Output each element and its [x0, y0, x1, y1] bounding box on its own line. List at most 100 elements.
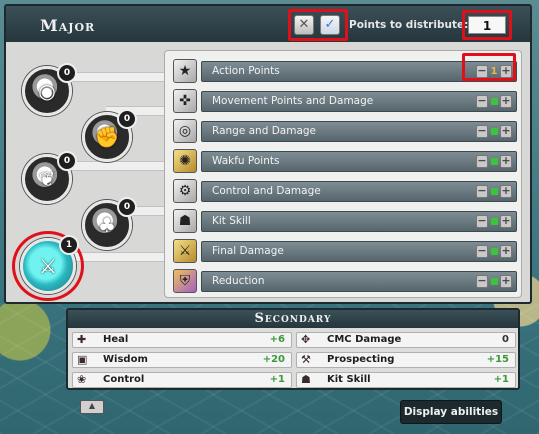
stat-value: +1 [269, 374, 285, 385]
book-icon: ▣ [77, 353, 88, 366]
stat-label: Reduction [212, 275, 265, 287]
cmc-icon: ✥ [301, 333, 311, 346]
stat-name: Wisdom [103, 354, 148, 365]
tree-line [66, 72, 166, 82]
stat-bar: Wakfu Points − 0 + [201, 151, 517, 172]
target-icon: ◎ [173, 119, 197, 143]
points-to-distribute-label: Points to distribute: [349, 19, 469, 31]
increase-button[interactable]: + [500, 245, 512, 258]
stat-bar: Movement Points and Damage − 0 + [201, 91, 517, 112]
stat-row-reduction: ⛨ Reduction − 0 + [173, 268, 517, 294]
decrease-button[interactable]: − [476, 95, 488, 108]
stat-name: Kit Skill [327, 374, 371, 385]
node-badge: 1 [59, 235, 79, 255]
decrease-button[interactable]: − [476, 245, 488, 258]
stat-value: 0 [490, 98, 498, 105]
highlight-action-points-stepper [462, 53, 516, 81]
stat-row-movement: ✜ Movement Points and Damage − 0 + [173, 88, 517, 114]
secondary-stat-cmc-damage: ✥ CMC Damage 0 [296, 332, 516, 348]
stat-stepper: − 0 + [476, 155, 512, 169]
decrease-button[interactable]: − [476, 185, 488, 198]
tree-line [66, 161, 166, 171]
stat-bar: Reduction − 0 + [201, 271, 517, 292]
stat-label: Control and Damage [212, 185, 321, 197]
stat-row-range: ◎ Range and Damage − 0 + [173, 118, 517, 144]
secondary-stat-wisdom: ▣ Wisdom +20 [72, 352, 292, 368]
increase-button[interactable]: + [500, 155, 512, 168]
stat-name: Prospecting [327, 354, 395, 365]
stat-stepper: − 0 + [476, 275, 512, 289]
stat-name: Heal [103, 334, 129, 345]
stat-stepper: − 0 + [476, 245, 512, 259]
tree-node-mask[interactable]: ◉ 0 [22, 63, 77, 116]
tree-node-fist[interactable]: ✊ 0 [82, 109, 137, 162]
star-icon: ★ [173, 59, 197, 83]
stat-row-final-damage: ⚔ Final Damage − 0 + [173, 238, 517, 264]
major-window: Major ✕ ✓ Points to distribute: 1 ◉ 0 ✊ … [4, 4, 532, 304]
heal-icon: ✚ [77, 333, 87, 346]
stat-stepper: − 0 + [476, 215, 512, 229]
tree-node-clover[interactable]: ♣ 0 [82, 197, 137, 250]
wing-icon: ❦ [38, 167, 56, 191]
kit-icon: ☗ [301, 373, 311, 386]
stat-row-kit-skill: ☗ Kit Skill − 0 + [173, 208, 517, 234]
cancel-button[interactable]: ✕ [294, 15, 314, 35]
stat-value: +6 [269, 334, 285, 345]
swords-icon: ⚔ [173, 239, 197, 263]
clover-icon: ♣ [98, 213, 116, 237]
display-abilities-button[interactable]: Display abilities [400, 400, 502, 424]
stat-value: 0 [490, 188, 498, 195]
confirm-button[interactable]: ✓ [320, 15, 340, 35]
shield-icon: ⛨ [173, 269, 197, 293]
secondary-panel: Secondary ✚ Heal +6 ✥ CMC Damage 0 ▣ Wis… [66, 308, 520, 390]
stat-row-wakfu: ✺ Wakfu Points − 0 + [173, 148, 517, 174]
stat-value: 0 [490, 248, 498, 255]
tree-node-wing[interactable]: ❦ 0 [22, 151, 77, 204]
stat-name: Control [103, 374, 145, 385]
increase-button[interactable]: + [500, 95, 512, 108]
stat-value: +15 [486, 354, 509, 365]
fist-icon: ✊ [94, 125, 120, 149]
stat-stepper: − 0 + [476, 125, 512, 139]
stat-stepper: − 0 + [476, 185, 512, 199]
increase-button[interactable]: + [500, 275, 512, 288]
points-to-distribute-value: 1 [468, 16, 506, 34]
stat-name: CMC Damage [327, 334, 402, 345]
decrease-button[interactable]: − [476, 155, 488, 168]
stat-value: 0 [490, 158, 498, 165]
paw-icon: ❀ [77, 373, 87, 386]
major-stats-panel: ★ Action Points − 1 + ✜ Movement Points … [164, 50, 522, 298]
increase-button[interactable]: + [500, 125, 512, 138]
window-title: Major [40, 16, 96, 35]
secondary-stat-control: ❀ Control +1 [72, 372, 292, 388]
secondary-stat-heal: ✚ Heal +6 [72, 332, 292, 348]
stat-label: Final Damage [212, 245, 284, 257]
wakfu-icon: ✺ [173, 149, 197, 173]
node-badge: 0 [57, 63, 77, 83]
node-badge: 0 [57, 151, 77, 171]
node-badge: 0 [117, 197, 137, 217]
decrease-button[interactable]: − [476, 215, 488, 228]
stat-bar: Final Damage − 0 + [201, 241, 517, 262]
stat-value: 0 [502, 334, 509, 345]
stat-value: 0 [490, 218, 498, 225]
stat-value: 0 [490, 278, 498, 285]
prospecting-icon: ⚒ [301, 353, 311, 366]
stat-bar: Range and Damage − 0 + [201, 121, 517, 142]
collapse-tab[interactable]: ▲ [80, 400, 104, 414]
stat-label: Kit Skill [212, 215, 251, 227]
stat-value: +1 [493, 374, 509, 385]
stat-label: Range and Damage [212, 125, 317, 137]
decrease-button[interactable]: − [476, 275, 488, 288]
mask-icon: ◉ [38, 79, 56, 103]
tree-node-crossed-swords[interactable]: ⚔ 1 [20, 235, 79, 294]
node-badge: 0 [117, 109, 137, 129]
secondary-stat-kit-skill: ☗ Kit Skill +1 [296, 372, 516, 388]
increase-button[interactable]: + [500, 185, 512, 198]
decrease-button[interactable]: − [476, 125, 488, 138]
secondary-title: Secondary [68, 310, 518, 328]
increase-button[interactable]: + [500, 215, 512, 228]
stat-stepper: − 0 + [476, 95, 512, 109]
stat-row-control: ⚙ Control and Damage − 0 + [173, 178, 517, 204]
stat-label: Movement Points and Damage [212, 95, 374, 107]
